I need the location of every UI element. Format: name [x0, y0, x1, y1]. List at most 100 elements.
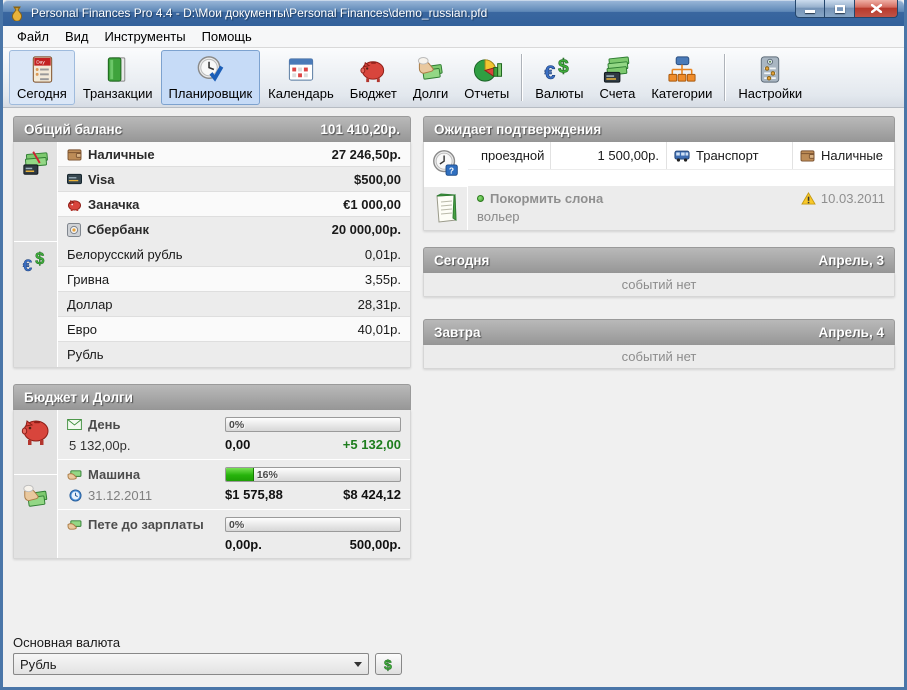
hand-money-icon: [20, 481, 52, 511]
menu-help[interactable]: Помощь: [194, 27, 260, 46]
minimize-button[interactable]: [795, 0, 825, 18]
tomorrow-panel-title: Завтра: [434, 325, 480, 340]
warning-icon: [801, 192, 816, 205]
currency-name: Белорусский рубль: [67, 247, 183, 262]
budget-icon-column: [14, 410, 58, 558]
svg-text:$: $: [35, 249, 44, 268]
toolbar-reports-button[interactable]: Отчеты: [456, 50, 517, 105]
tomorrow-panel-header: Завтра Апрель, 4: [423, 319, 895, 345]
debt-row[interactable]: Пете до зарплаты 0% 0,00р.: [58, 510, 410, 558]
budget-panel-body: День 5 132,00р. 0% 0,00: [13, 410, 411, 559]
today-panel-date: Апрель, 3: [818, 253, 884, 268]
budget-row[interactable]: День 5 132,00р. 0% 0,00: [58, 410, 410, 460]
toolbar-planner-button[interactable]: Планировщик: [161, 50, 261, 105]
menu-view[interactable]: Вид: [57, 27, 97, 46]
balance-panel-body: €$ Наличные 27 246,50р. Visa: [13, 142, 411, 368]
task-status-dot: [477, 195, 484, 202]
toolbar-categories-label: Категории: [651, 86, 712, 101]
debt-name: Пете до зарплаты: [88, 517, 204, 532]
maximize-button[interactable]: [825, 0, 855, 18]
currency-row[interactable]: Рубль: [58, 342, 410, 367]
toolbar-debts-label: Долги: [413, 86, 448, 101]
planner-icon: [194, 54, 226, 85]
accounts-group-cell: [14, 142, 57, 242]
transactions-icon: [102, 54, 134, 85]
pending-tx-category: Транспорт: [696, 148, 759, 163]
currency-name: Рубль: [67, 347, 104, 362]
toolbar-budget-button[interactable]: Бюджет: [342, 50, 405, 105]
progress-label: 16%: [257, 469, 278, 481]
toolbar-transactions-button[interactable]: Транзакции: [75, 50, 161, 105]
menu-bar: Файл Вид Инструменты Помощь: [3, 26, 904, 48]
toolbar-planner-label: Планировщик: [169, 86, 253, 101]
toolbar-categories-button[interactable]: Категории: [643, 50, 720, 105]
currencies-group-cell: €$: [14, 242, 57, 367]
tomorrow-panel: Завтра Апрель, 4 событий нет: [423, 319, 895, 369]
debt-progress-bar: 0%: [225, 517, 401, 532]
balance-panel-title: Общий баланс: [24, 122, 122, 137]
pending-panel-title: Ожидает подтверждения: [434, 122, 601, 137]
menu-file[interactable]: Файл: [9, 27, 57, 46]
piggy-small-icon: [67, 198, 82, 211]
progress-fill: [226, 468, 254, 481]
pending-tx-name: проездной: [481, 148, 544, 163]
account-value: €1 000,00: [343, 197, 401, 212]
pending-tx-cell: ?: [424, 142, 467, 186]
debt-hand-icon: [67, 469, 82, 481]
account-name: Заначка: [88, 197, 139, 212]
base-currency-section: Основная валюта Рубль $: [13, 631, 411, 687]
accounts-icon: [601, 54, 633, 85]
currency-row[interactable]: Белорусский рубль 0,01р.: [58, 242, 410, 267]
toolbar-separator: [724, 54, 726, 101]
toolbar-settings-label: Настройки: [738, 86, 802, 101]
debt-deadline: 31.12.2011: [88, 488, 152, 503]
account-row[interactable]: Visa $500,00: [58, 167, 410, 192]
toolbar-accounts-button[interactable]: Счета: [591, 50, 643, 105]
pending-panel: Ожидает подтверждения ?: [423, 116, 895, 231]
close-button[interactable]: [855, 0, 898, 18]
pending-task-row[interactable]: Покормить слона 10.03.2011 вольер: [468, 185, 894, 230]
notepad-icon: [432, 193, 460, 225]
debts-group-cell: [14, 475, 57, 558]
toolbar-today-button[interactable]: Day Сегодня: [9, 50, 75, 105]
currency-row[interactable]: Гривна 3,55р.: [58, 267, 410, 292]
toolbar-currencies-label: Валюты: [535, 86, 583, 101]
account-row[interactable]: Наличные 27 246,50р.: [58, 142, 410, 167]
currency-rates-button[interactable]: $: [375, 653, 402, 675]
bus-icon: [674, 150, 690, 162]
debt-remaining: $8 424,12: [343, 487, 401, 502]
currency-row[interactable]: Евро 40,01р.: [58, 317, 410, 342]
menu-tools[interactable]: Инструменты: [97, 27, 194, 46]
toolbar-calendar-button[interactable]: Календарь: [260, 50, 342, 105]
dollar-icon: $: [381, 656, 396, 672]
currency-name: Гривна: [67, 272, 109, 287]
toolbar-currencies-button[interactable]: €$ Валюты: [527, 50, 591, 105]
currency-pair-icon: €$: [22, 248, 50, 276]
account-row[interactable]: Заначка €1 000,00: [58, 192, 410, 217]
window-title: Personal Finances Pro 4.4 - D:\Мои докум…: [31, 6, 487, 20]
svg-text:€: €: [22, 256, 31, 275]
balance-panel: Общий баланс 101 410,20р. €$: [13, 116, 411, 368]
budget-item-name: День: [88, 417, 121, 432]
budget-icon: [357, 54, 389, 85]
currency-row[interactable]: Доллар 28,31р.: [58, 292, 410, 317]
main-content: Общий баланс 101 410,20р. €$: [3, 108, 904, 687]
base-currency-select[interactable]: Рубль: [13, 653, 369, 675]
svg-text:$: $: [384, 657, 392, 673]
wallet-icon: [800, 149, 815, 162]
budget-remaining: +5 132,00: [343, 437, 401, 452]
debt-paid: $1 575,88: [225, 487, 283, 502]
account-name: Наличные: [88, 147, 155, 162]
toolbar-today-label: Сегодня: [17, 86, 67, 101]
account-row[interactable]: Сбербанк 20 000,00р.: [58, 217, 410, 242]
progress-label: 0%: [229, 419, 244, 431]
toolbar-transactions-label: Транзакции: [83, 86, 153, 101]
envelope-icon: [67, 419, 82, 430]
categories-icon: [666, 54, 698, 85]
pending-transaction-row[interactable]: проездной 1 500,00р. Транспорт Наличные: [468, 142, 894, 169]
debt-row[interactable]: Машина 31.12.2011 16% $1 575,8: [58, 460, 410, 510]
toolbar-settings-button[interactable]: Настройки: [730, 50, 810, 105]
debts-icon: [415, 54, 447, 85]
currency-rate: 0,01р.: [365, 247, 401, 262]
toolbar-debts-button[interactable]: Долги: [405, 50, 456, 105]
